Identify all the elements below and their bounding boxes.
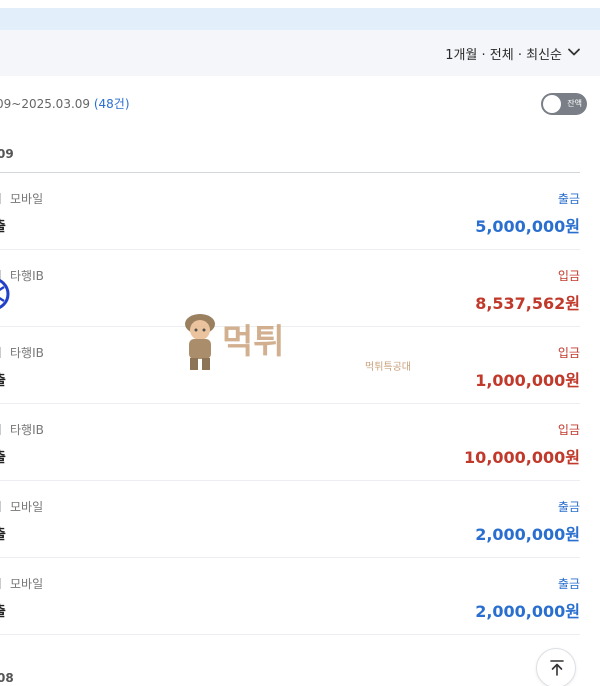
- separator: [0, 578, 1, 589]
- row-divider: [0, 634, 580, 635]
- separator: [0, 501, 1, 512]
- header-band: [0, 8, 600, 30]
- toggle-knob: [543, 95, 561, 113]
- date-range: 09~2025.03.09 (48건): [0, 95, 130, 112]
- transaction-count: (48건): [93, 97, 130, 111]
- chevron-down-icon[interactable]: [566, 44, 582, 60]
- transaction-name: 출: [0, 601, 6, 621]
- transaction-amount: 8,537,562원: [475, 294, 580, 313]
- transaction-amount: 5,000,000원: [475, 217, 580, 236]
- soldier-mascot-icon: [185, 314, 215, 370]
- scroll-top-button[interactable]: [536, 648, 576, 686]
- transaction-type: 입금: [557, 269, 580, 283]
- transaction-channel: 모바일: [10, 500, 44, 514]
- transaction-amount: 2,000,000원: [475, 602, 580, 621]
- transaction-channel: 타행IB: [10, 269, 44, 283]
- date-range-text: 09~2025.03.09: [0, 97, 91, 111]
- transaction-type: 입금: [557, 346, 580, 360]
- balance-toggle[interactable]: 잔액: [541, 93, 587, 115]
- transaction-amount: 1,000,000원: [475, 371, 580, 390]
- arrow-up-icon: [550, 660, 564, 676]
- balance-toggle-label: 잔액: [567, 99, 582, 108]
- transaction-row[interactable]: 타행IB 출 입금 10,000,000원: [0, 404, 580, 481]
- separator: [0, 193, 1, 204]
- transaction-channel: 모바일: [10, 192, 44, 206]
- transaction-channel: 모바일: [10, 577, 44, 591]
- transaction-amount: 10,000,000원: [464, 448, 580, 467]
- separator: [0, 424, 1, 435]
- watermark-logo: 먹튀: [180, 310, 310, 376]
- transaction-name: 출: [0, 370, 6, 390]
- transaction-name: 출: [0, 524, 6, 544]
- transaction-type: 출금: [557, 500, 580, 514]
- transaction-type: 출금: [557, 577, 580, 591]
- transaction-name: 출: [0, 216, 6, 236]
- watermark-title: 먹튀: [222, 322, 285, 362]
- transaction-type: 입금: [557, 423, 580, 437]
- transaction-type: 출금: [557, 192, 580, 206]
- transaction-row[interactable]: 모바일 출 출금 2,000,000원: [0, 481, 580, 558]
- transaction-channel: 타행IB: [10, 346, 44, 360]
- separator: [0, 347, 1, 358]
- date-header: 09: [0, 147, 14, 161]
- bank-logo-icon: [0, 279, 10, 309]
- watermark-subtitle: 먹튀특공대: [365, 362, 411, 373]
- filter-label[interactable]: 1개월 · 전체 · 최신순: [445, 44, 562, 63]
- transaction-name: 출: [0, 447, 6, 467]
- date-header: 08: [0, 671, 14, 685]
- transaction-row[interactable]: 모바일 출 출금 5,000,000원: [0, 173, 580, 250]
- top-band: [0, 0, 600, 8]
- transaction-channel: 타행IB: [10, 423, 44, 437]
- transaction-amount: 2,000,000원: [475, 525, 580, 544]
- transaction-row[interactable]: 모바일 출 출금 2,000,000원: [0, 558, 580, 635]
